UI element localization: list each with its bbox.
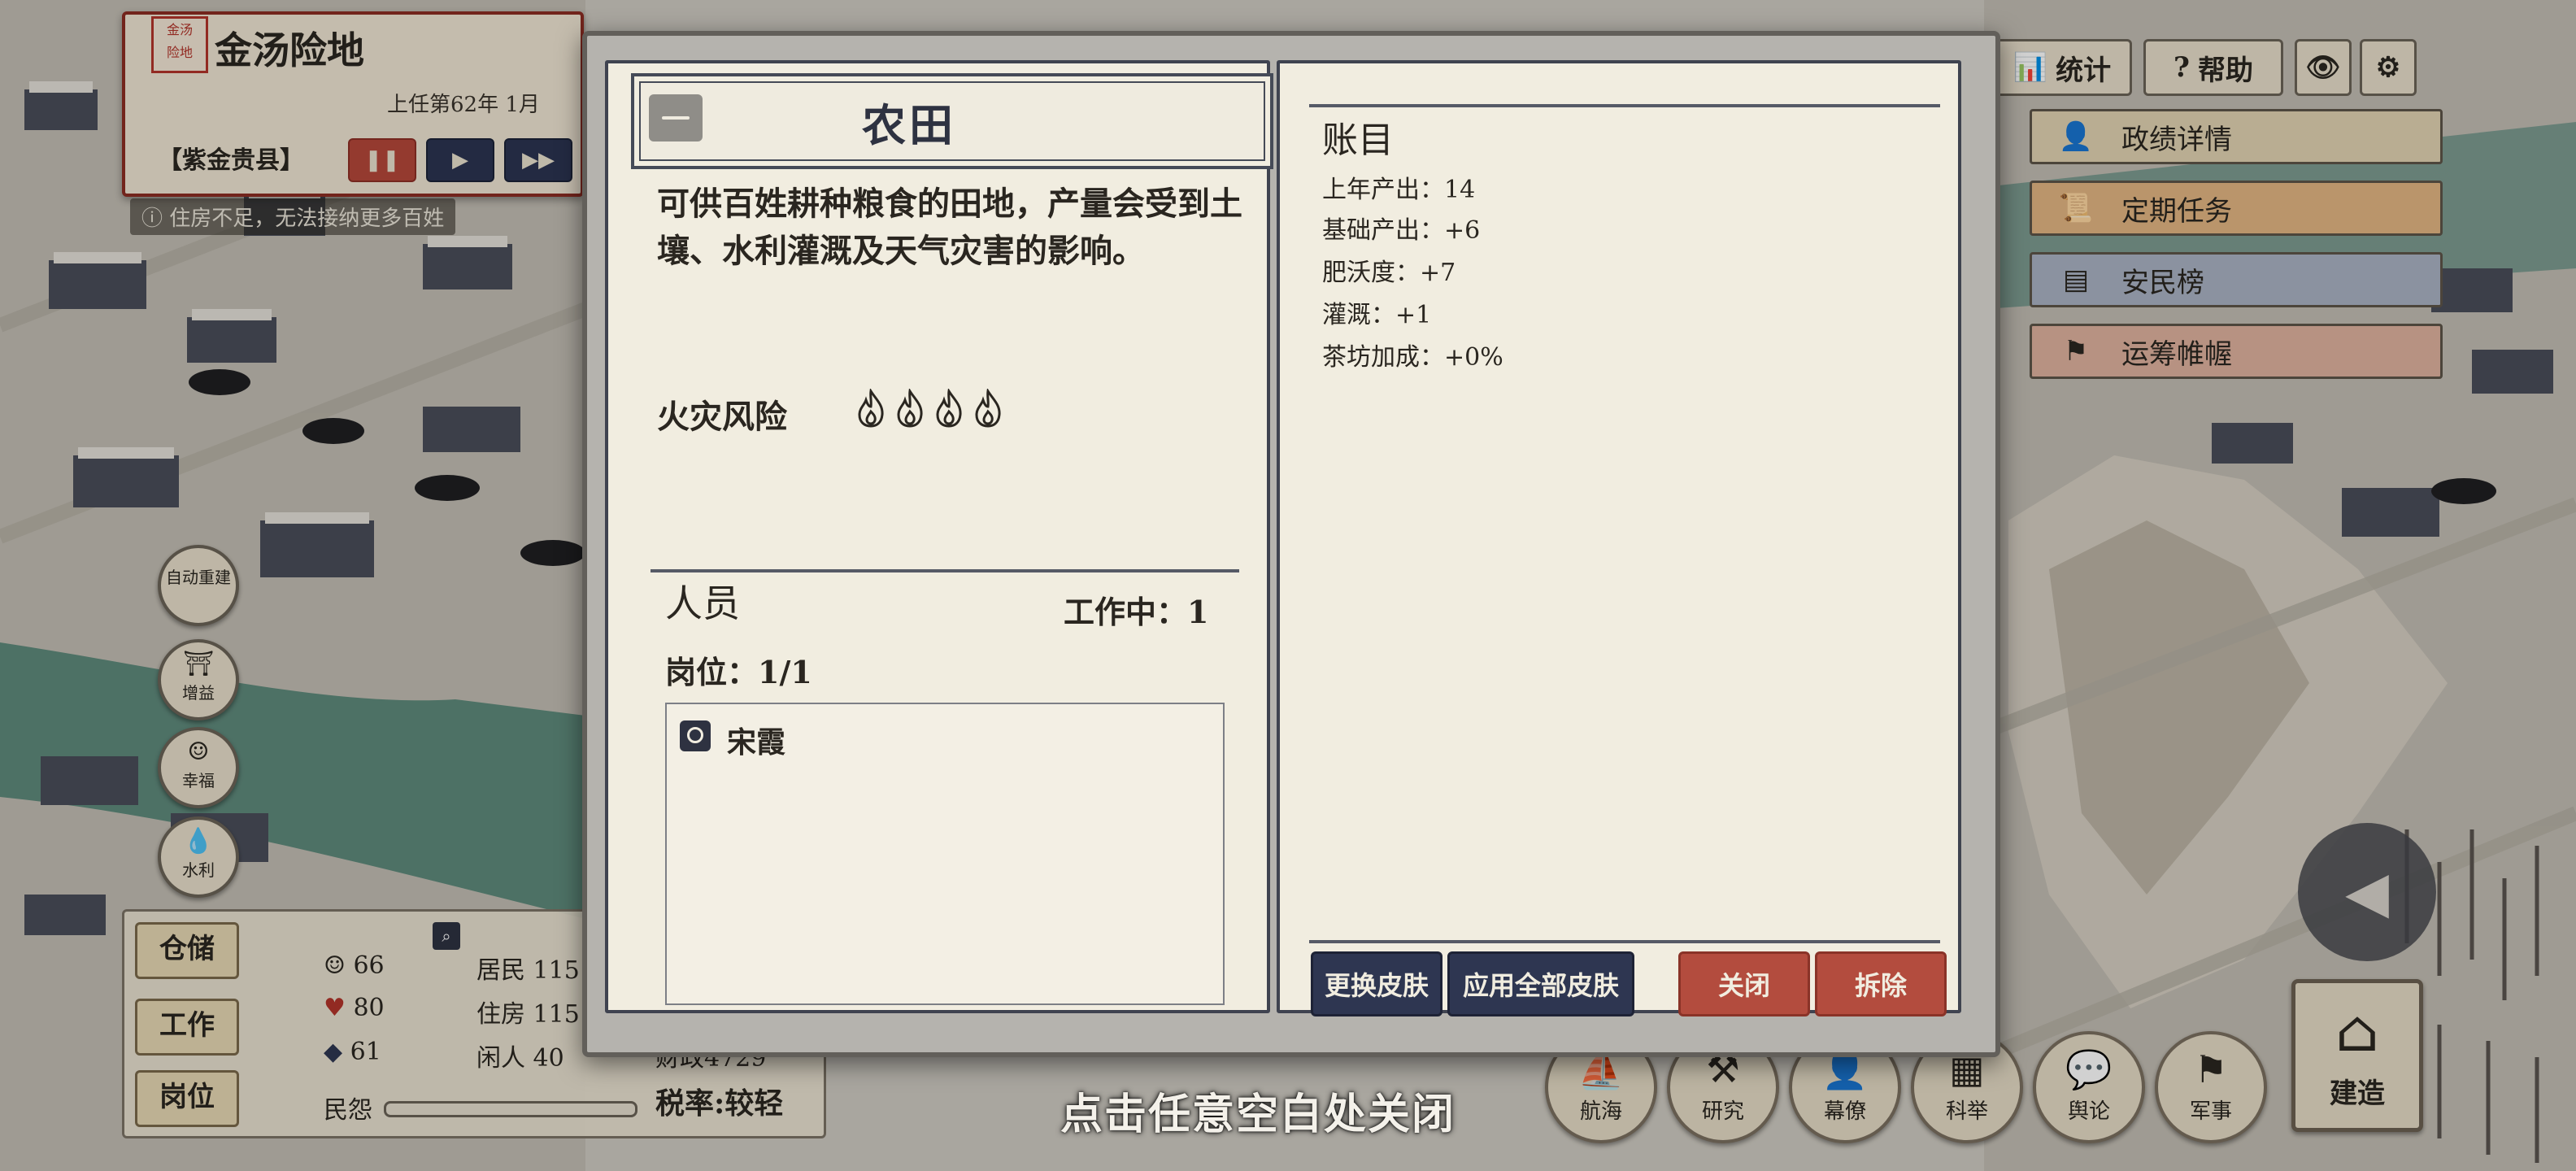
account-line: 上年产出：14 (1322, 176, 1476, 204)
apply-all-skins-button[interactable]: 应用全部皮肤 (1447, 951, 1634, 1016)
close-hint: 点击任意空白处关闭 (1060, 1090, 1456, 1139)
post-count: 岗位：1/1 (665, 654, 812, 690)
demolish-button[interactable]: 拆除 (1815, 951, 1947, 1016)
building-title: 农田 (862, 99, 956, 151)
change-skin-button[interactable]: 更换皮肤 (1311, 951, 1442, 1016)
building-description: 可供百姓耕种粮食的田地，产量会受到土壤、水利灌溉及天气灾害的影响。 (657, 185, 1242, 270)
flame-icon (936, 389, 962, 428)
working-count: 工作中：1 (1064, 594, 1209, 630)
flame-icon (975, 389, 1001, 428)
staff-divider (651, 569, 1239, 572)
close-button[interactable]: 关闭 (1678, 951, 1810, 1016)
search-icon[interactable] (680, 720, 711, 751)
account-divider (1309, 104, 1940, 107)
account-heading: 账目 (1322, 120, 1394, 161)
flame-icon (897, 389, 923, 428)
flame-icon (858, 389, 884, 428)
account-line: 灌溉：+1 (1322, 301, 1432, 329)
buttons-divider (1309, 940, 1940, 943)
account-line: 茶坊加成：+0% (1322, 343, 1503, 372)
staff-heading: 人员 (665, 581, 740, 625)
fire-risk-icons (855, 389, 1003, 428)
account-line: 基础产出：+6 (1322, 216, 1481, 245)
account-line: 肥沃度：+7 (1322, 259, 1456, 287)
fire-risk-label: 火灾风险 (657, 398, 787, 436)
staff-member[interactable]: 宋霞 (727, 719, 785, 761)
farm-icon (649, 94, 703, 141)
